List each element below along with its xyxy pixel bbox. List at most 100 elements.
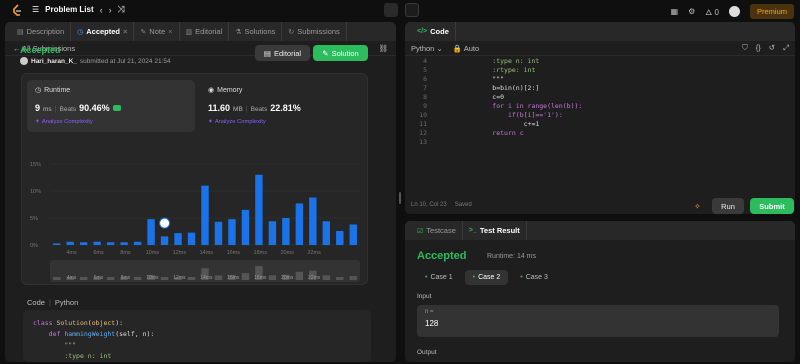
tab-description[interactable]: ▤ Description — [11, 22, 72, 41]
panel-resize-handle[interactable] — [398, 22, 403, 362]
chart-bar — [228, 219, 236, 245]
link-icon[interactable]: ⛓ — [378, 44, 388, 53]
range-tick-label: 16ms — [227, 275, 240, 281]
pass-dot-icon: • — [520, 274, 523, 281]
lock-icon: 🔒 — [452, 43, 463, 53]
x-tick-label: 22ms — [307, 250, 321, 256]
leetcode-logo-icon[interactable] — [11, 4, 23, 16]
pencil-icon: ✎ — [322, 48, 329, 58]
input-value: 128 — [425, 319, 439, 328]
reset-icon[interactable]: ↺ — [769, 43, 775, 53]
line-content: :rtype: int — [461, 66, 536, 74]
chart-bar — [349, 224, 357, 245]
braces-icon[interactable]: {} — [756, 43, 761, 53]
case-tab[interactable]: • Case 2 — [464, 270, 509, 285]
save-status: Saved — [454, 202, 472, 208]
class-name: Solution — [56, 319, 88, 327]
submission-meta: Hari_haran_K_ submitted at Jul 21, 2024 … — [20, 57, 171, 65]
chart-bar — [336, 230, 344, 245]
history-icon: ↻ — [288, 28, 295, 36]
line-content: c+=1 — [461, 120, 540, 128]
line-content: :type n: int — [461, 57, 540, 65]
line-number: 5 — [423, 66, 427, 74]
bookmark-icon[interactable]: ⛉ — [742, 43, 748, 53]
range-bar — [349, 275, 357, 280]
tab-label: Description — [26, 27, 65, 36]
settings-icon[interactable]: ⚙ — [688, 7, 695, 16]
range-tick-label: 10ms — [146, 275, 159, 281]
runtime-card[interactable]: ◷ Runtime 9 ms | Beats 90.46% ✦ Analyze Co… — [27, 80, 195, 132]
memory-title: Memory — [217, 86, 243, 94]
note-icon: ✎ — [140, 28, 147, 36]
tab-label: Testcase — [426, 226, 456, 235]
notes-button[interactable] — [405, 3, 419, 17]
range-tick-label: 14ms — [200, 275, 213, 281]
analyze-complexity-link[interactable]: ✦ Analyze Complexity — [208, 119, 266, 125]
tab-solutions[interactable]: ⚗ Solutions — [229, 22, 283, 41]
book-icon: ▤ — [263, 48, 271, 58]
shuffle-icon[interactable]: ⤨ — [118, 4, 125, 15]
close-icon[interactable]: × — [123, 27, 127, 36]
x-tick-label: 10ms — [146, 250, 160, 256]
close-icon[interactable]: × — [168, 27, 172, 36]
submitted-code: class Solution(object): def hammingWeigh… — [23, 310, 371, 362]
timer-button[interactable] — [384, 3, 398, 17]
input-box: n = 128 — [417, 305, 779, 337]
pass-dot-icon: • — [425, 274, 428, 281]
range-bar — [268, 275, 277, 280]
tab-note[interactable]: ✎ Note × — [134, 22, 180, 41]
problem-list-nav[interactable]: ☰ Problem List ‹ › ⤨ — [32, 4, 125, 15]
editor-line: 13 — [405, 138, 795, 147]
memory-value: 11.60 — [208, 103, 231, 113]
editorial-button[interactable]: ▤ Editorial — [255, 45, 310, 61]
code-label: Code — [27, 298, 45, 307]
streak-counter[interactable]: 🜂 0 — [705, 3, 719, 20]
fire-icon: 🜂 — [705, 8, 713, 17]
case-tab[interactable]: • Case 1 — [417, 270, 461, 285]
grid-menu-icon[interactable]: ▦ — [671, 7, 679, 16]
memory-card[interactable]: ◉ Memory 11.60 MB | Beats 22.81% ✦ Analyze… — [200, 80, 368, 132]
chart-bar — [147, 219, 155, 245]
submit-button[interactable]: Submit — [750, 198, 794, 214]
tab-label: Accepted — [86, 27, 121, 36]
range-bar — [106, 277, 115, 280]
premium-button[interactable]: Premium — [749, 4, 794, 19]
run-button[interactable]: Run — [712, 198, 744, 214]
tab-submissions[interactable]: ↻ Submissions — [282, 22, 347, 41]
range-bar — [187, 277, 196, 280]
tab-testcase[interactable]: ☑ Testcase — [411, 221, 463, 240]
x-tick-label: 16ms — [227, 250, 241, 256]
code-header: Code | Python — [27, 298, 78, 307]
username[interactable]: Hari_haran_K_ — [31, 58, 77, 65]
x-tick-label: 4ms — [66, 250, 77, 256]
tab-editorial[interactable]: ▥ Editorial — [180, 22, 230, 41]
tab-code[interactable]: </> Code — [411, 22, 456, 41]
solution-button[interactable]: ✎ Solution — [313, 45, 368, 61]
range-tick-label: 22ms — [308, 275, 321, 281]
runtime-distribution-chart[interactable]: 15% 10% 5% 0% 4ms 6ms 8ms 10ms 12ms 14ms 16ms 18ms 2… — [30, 158, 368, 285]
next-problem-icon[interactable]: › — [109, 5, 112, 15]
x-tick-label: 6ms — [93, 250, 104, 256]
avatar[interactable] — [728, 6, 740, 17]
chart-bar — [295, 203, 304, 245]
language-select[interactable]: Python ⌄ — [411, 44, 443, 53]
chart-bar — [93, 241, 101, 245]
clock-icon: ◷ — [35, 87, 42, 94]
case-tab[interactable]: • Case 3 — [512, 270, 556, 285]
flask-icon: ⚗ — [235, 28, 242, 36]
avatar[interactable] — [20, 57, 28, 65]
runtime-title: Runtime — [44, 86, 71, 94]
auto-mode-toggle[interactable]: 🔒 Auto — [453, 44, 479, 53]
chart-bar — [66, 241, 74, 245]
debug-icon[interactable]: ✧ — [694, 202, 702, 211]
prev-problem-icon[interactable]: ‹ — [100, 5, 103, 15]
chart-bar — [187, 232, 196, 245]
tab-label: Note — [149, 27, 166, 36]
code-editor[interactable]: 4 :type n: int 5 :rtype: int 6 """ 7 b=bin(… — [405, 57, 795, 177]
tab-accepted[interactable]: ◷ Accepted × — [71, 22, 135, 41]
analyze-complexity-link[interactable]: ✦ Analyze Complexity — [35, 119, 93, 125]
expand-icon[interactable]: ⤢ — [783, 43, 789, 53]
chip-icon: ◉ — [208, 87, 215, 94]
tab-test-result[interactable]: >_ Test Result — [463, 221, 527, 240]
mode-label: Auto — [463, 43, 480, 53]
